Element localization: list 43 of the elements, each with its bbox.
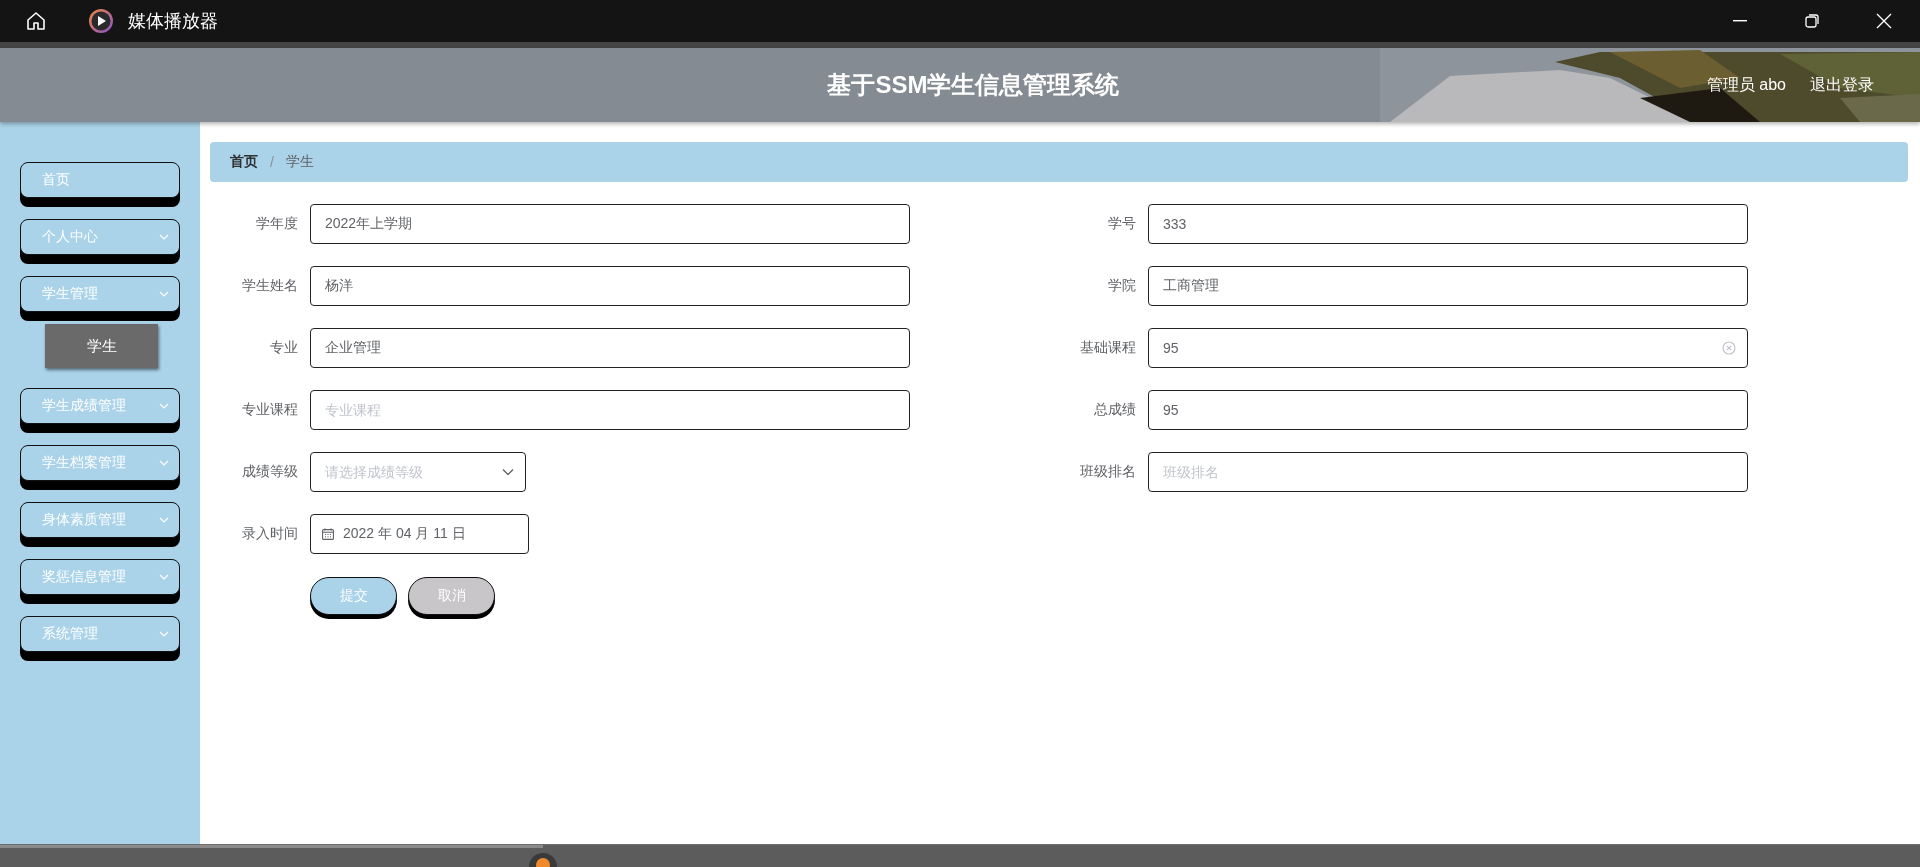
chevron-down-icon — [159, 234, 169, 240]
app-title: 基于SSM学生信息管理系统 — [826, 70, 1121, 100]
breadcrumb-item[interactable]: 首页 — [230, 153, 258, 171]
field-label: 录入时间 — [241, 525, 299, 543]
input-field[interactable]: 杨洋 — [310, 266, 910, 306]
window-title: 媒体播放器 — [128, 10, 218, 33]
play-icon — [88, 8, 114, 34]
input-field[interactable]: 2022年上学期 — [310, 204, 910, 244]
chevron-down-icon — [159, 574, 169, 580]
field-label: 学号 — [1107, 215, 1137, 233]
breadcrumb-item: 学生 — [285, 153, 314, 171]
breadcrumb-separator: / — [270, 154, 274, 170]
chevron-down-icon — [159, 460, 169, 466]
submenu-item[interactable]: 学生 — [45, 324, 158, 368]
field-label: 专业 — [269, 339, 299, 357]
input-field[interactable]: 企业管理 — [310, 328, 910, 368]
user-label: 管理员 abo — [1706, 74, 1786, 95]
chevron-down-icon — [159, 403, 169, 409]
field-label: 学年度 — [255, 215, 299, 233]
date-field[interactable]: 2022 年 04 月 11 日 — [310, 514, 529, 554]
field-label: 学院 — [1107, 277, 1137, 295]
field-label: 成绩等级 — [241, 463, 299, 481]
field-label: 班级排名 — [1079, 463, 1137, 481]
input-field[interactable]: 工商管理 — [1148, 266, 1748, 306]
calendar-icon — [322, 528, 334, 540]
chevron-down-icon — [159, 631, 169, 637]
input-field[interactable]: 专业课程 — [310, 390, 910, 430]
chevron-down-icon — [502, 468, 514, 476]
field-label: 专业课程 — [241, 401, 299, 419]
minimize-icon[interactable] — [1733, 20, 1747, 22]
field-label: 基础课程 — [1079, 339, 1137, 357]
input-field[interactable]: 95 — [1148, 328, 1748, 368]
input-field[interactable]: 班级排名 — [1148, 452, 1748, 492]
field-label: 学生姓名 — [241, 277, 299, 295]
restore-icon[interactable] — [1805, 14, 1819, 28]
field-label: 总成绩 — [1093, 401, 1137, 419]
close-icon[interactable] — [1876, 13, 1892, 29]
chevron-down-icon — [159, 517, 169, 523]
input-field[interactable]: 333 — [1148, 204, 1748, 244]
chevron-down-icon — [159, 291, 169, 297]
home-icon[interactable] — [25, 10, 47, 32]
select-field[interactable]: 请选择成绩等级 — [310, 452, 526, 492]
input-field[interactable]: 95 — [1148, 390, 1748, 430]
